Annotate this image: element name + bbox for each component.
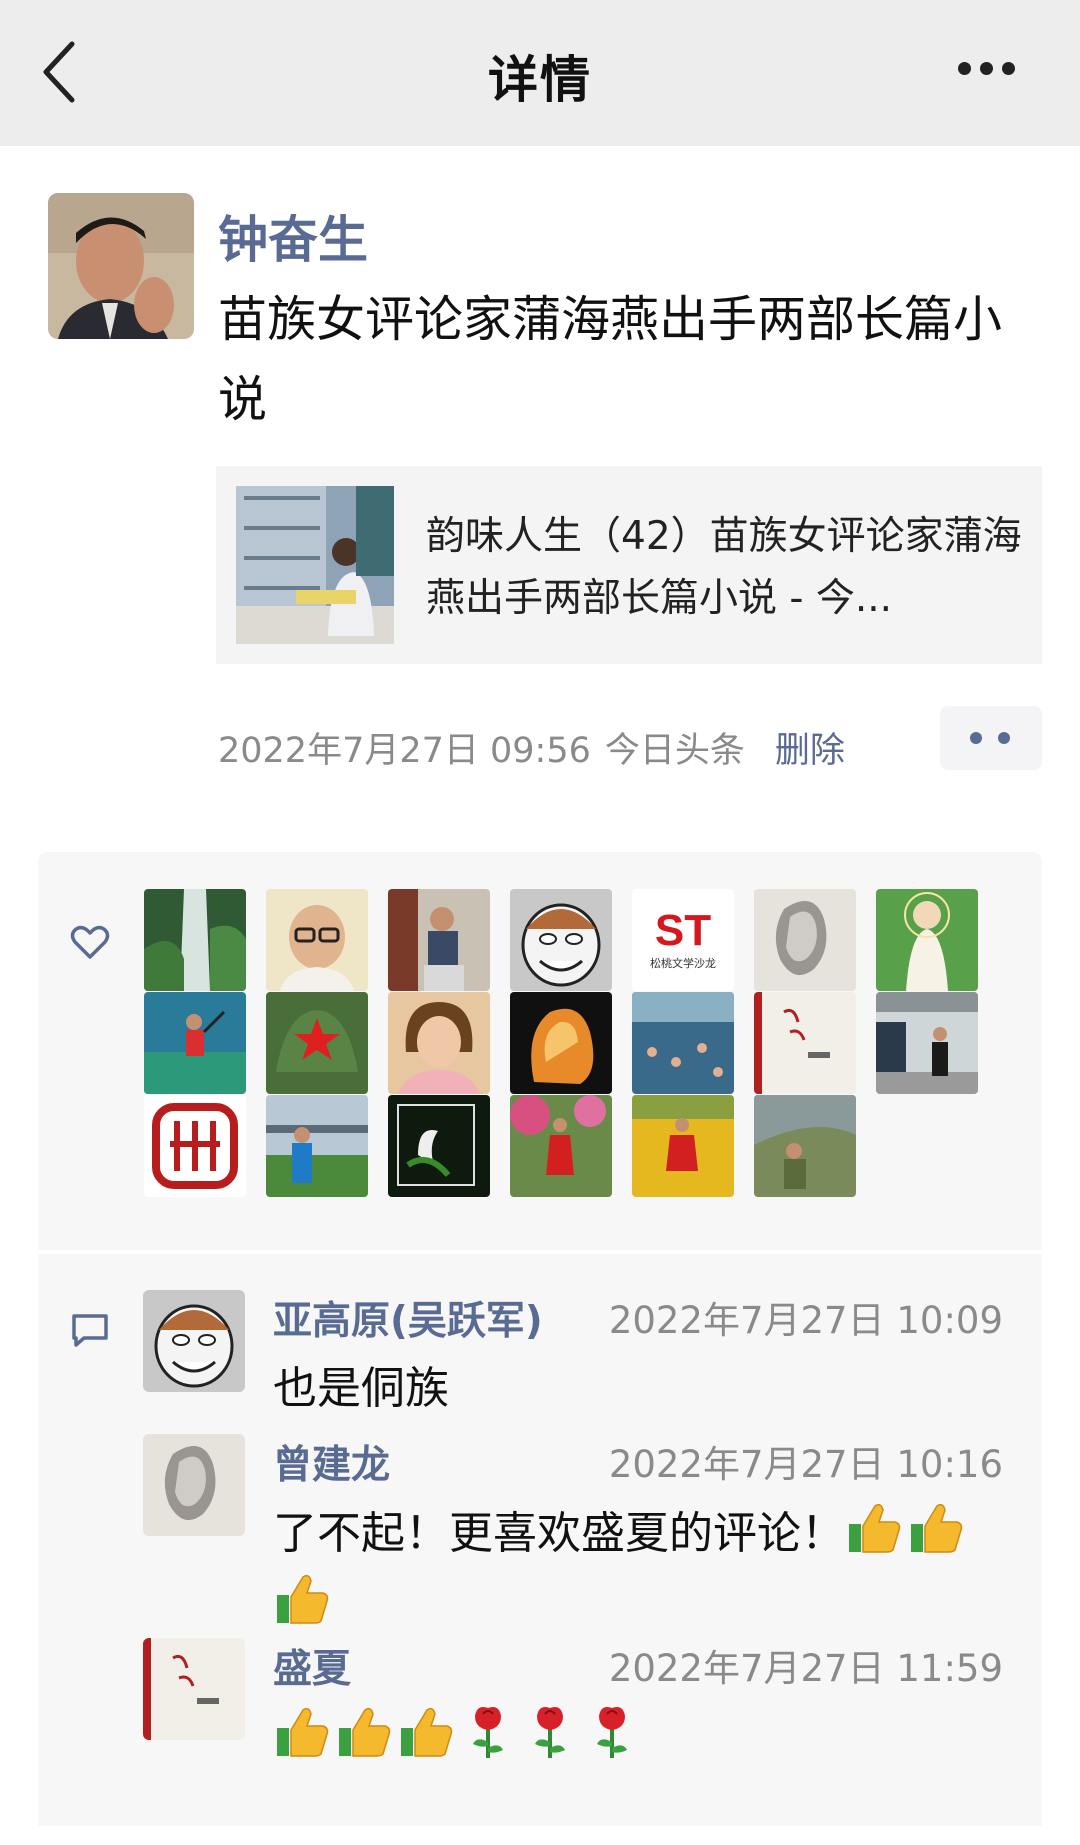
comment-text: [273, 1702, 1013, 1773]
like-avatar-badminton[interactable]: [144, 992, 246, 1094]
comment-author[interactable]: 盛夏: [273, 1638, 351, 1694]
like-avatar-flower-field[interactable]: [632, 1095, 734, 1197]
comment-text: 也是侗族: [273, 1363, 449, 1414]
rose-icon: [521, 1702, 579, 1760]
like-avatar-woman-portrait[interactable]: [388, 992, 490, 1094]
like-avatar-red-seal[interactable]: [144, 1095, 246, 1197]
comment-avatar[interactable]: [143, 1638, 245, 1740]
thumbs-up-icon: [397, 1702, 455, 1760]
comment-text-content: 了不起！更喜欢盛夏的评论！: [273, 1508, 845, 1559]
rose-icon: [459, 1702, 517, 1760]
like-avatar-waterfall[interactable]: [144, 889, 246, 991]
likes-panel: ST 松桃文学沙龙: [38, 852, 1042, 1250]
shared-article-card[interactable]: 韵味人生（42）苗族女评论家蒲海燕出手两部长篇小说 - 今...: [216, 466, 1042, 664]
heart-icon: [70, 922, 110, 962]
like-avatar-caricature[interactable]: [510, 889, 612, 991]
thumbs-up-icon: [907, 1498, 965, 1556]
thumbs-up-icon: [273, 1702, 331, 1760]
post-meta: 2022年7月27日 09:56 今日头条 删除: [218, 722, 845, 773]
thumbs-up-icon: [273, 1569, 331, 1627]
thumbs-up-icon: [335, 1702, 393, 1760]
like-avatar-book-cover[interactable]: [754, 992, 856, 1094]
top-bar: 详情: [0, 0, 1080, 146]
thumbs-up-icon: [845, 1498, 903, 1556]
like-avatar-amber-stone[interactable]: [510, 992, 612, 1094]
delete-link[interactable]: 删除: [775, 731, 845, 771]
like-avatar-train-platform[interactable]: [876, 992, 978, 1094]
like-avatar-st-logo[interactable]: ST 松桃文学沙龙: [632, 889, 734, 991]
post-text: 苗族女评论家蒲海燕出手两部长篇小说: [218, 291, 1003, 428]
comment-text: 了不起！更喜欢盛夏的评论！: [273, 1498, 1013, 1640]
post-time: 2022年7月27日 09:56: [218, 731, 591, 771]
comment-time: 2022年7月27日 10:16: [608, 1443, 1003, 1486]
like-avatar-white-stone[interactable]: [754, 889, 856, 991]
comment-icon: [70, 1310, 110, 1350]
like-comment-button[interactable]: [940, 706, 1042, 770]
like-avatar-guanyin[interactable]: [876, 889, 978, 991]
article-thumbnail: [236, 486, 394, 644]
page-title: 详情: [488, 51, 592, 109]
author-avatar[interactable]: [48, 193, 194, 339]
rose-icon: [583, 1702, 641, 1760]
like-avatar-bridge-man[interactable]: [266, 1095, 368, 1197]
comment-time: 2022年7月27日 10:09: [608, 1299, 1003, 1342]
comment-avatar[interactable]: [143, 1434, 245, 1536]
st-logo-caption: 松桃文学沙龙: [650, 956, 716, 970]
like-avatar-glasses-man[interactable]: [266, 889, 368, 991]
like-avatar-woman-red-coat[interactable]: [510, 1095, 612, 1197]
like-avatar-man-in-valley[interactable]: [754, 1095, 856, 1197]
like-avatar-red-star-cap[interactable]: [266, 992, 368, 1094]
more-icon[interactable]: [958, 60, 1022, 80]
author-name[interactable]: 钟奋生: [218, 200, 368, 272]
post-source: 今日头条: [604, 731, 745, 771]
like-avatar-swimming-pool[interactable]: [632, 992, 734, 1094]
comment-author[interactable]: 亚高原(吴跃军): [273, 1290, 543, 1346]
like-avatar-white-flower[interactable]: [388, 1095, 490, 1197]
comment-author[interactable]: 曾建龙: [273, 1434, 390, 1490]
st-logo-text: ST: [655, 906, 711, 955]
comment-time: 2022年7月27日 11:59: [608, 1647, 1003, 1690]
comments-panel: 亚高原(吴跃军) 2022年7月27日 10:09 也是侗族 曾建龙 2022年…: [38, 1254, 1042, 1826]
comment-avatar[interactable]: [143, 1290, 245, 1392]
like-avatar-men-sitting[interactable]: [388, 889, 490, 991]
article-title: 韵味人生（42）苗族女评论家蒲海燕出手两部长篇小说 - 今...: [426, 514, 1022, 621]
